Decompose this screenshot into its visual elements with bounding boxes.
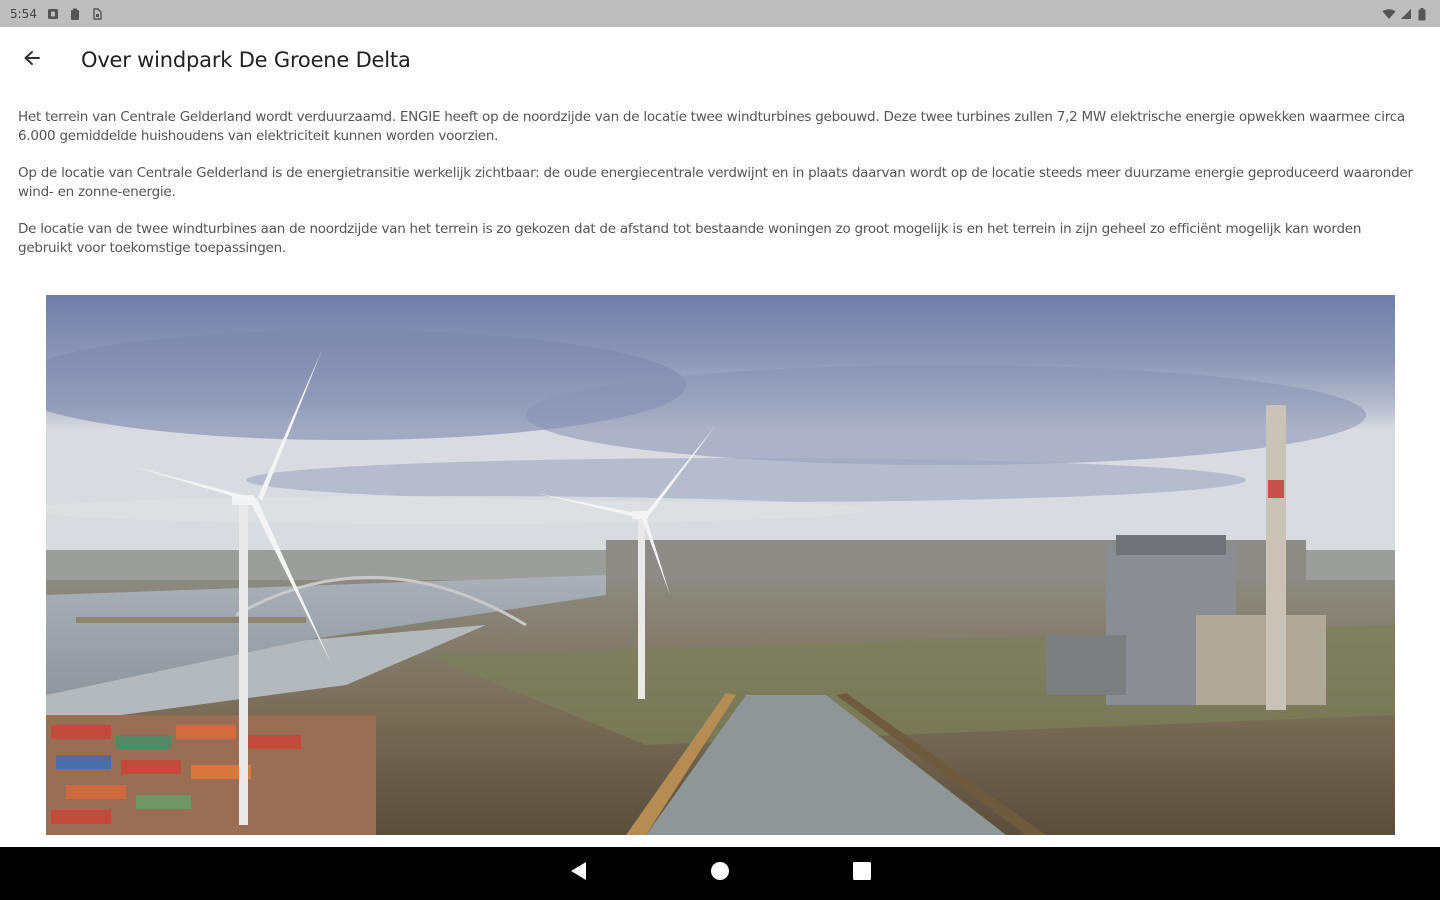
windpark-photo <box>46 295 1395 835</box>
status-bar: 5:54 <box>0 0 1440 27</box>
page-title: Over windpark De Groene Delta <box>81 48 411 72</box>
nav-recents-icon <box>853 862 871 885</box>
app-bar: Over windpark De Groene Delta <box>0 27 1440 93</box>
wifi-icon <box>1382 8 1396 20</box>
battery-icon <box>1418 7 1430 20</box>
signal-icon <box>1400 8 1412 20</box>
navigation-bar <box>0 847 1440 900</box>
back-button[interactable] <box>0 27 64 93</box>
clipboard-icon <box>69 8 81 20</box>
paragraph: De locatie van de twee windturbines aan … <box>18 221 1362 256</box>
nav-back-icon <box>569 861 587 886</box>
status-time: 5:54 <box>10 6 37 21</box>
sim-icon <box>91 7 103 20</box>
about-content: Het terrein van Centrale Gelderland word… <box>18 108 1418 276</box>
nav-back-button[interactable] <box>566 862 590 886</box>
notification-d-icon <box>47 8 59 20</box>
nav-home-button[interactable] <box>708 862 732 886</box>
nav-recents-button[interactable] <box>850 862 874 886</box>
paragraph: Het terrein van Centrale Gelderland word… <box>18 109 1405 144</box>
paragraph: Op de locatie van Centrale Gelderland is… <box>18 165 1413 200</box>
arrow-back-icon <box>22 48 42 73</box>
nav-home-icon <box>710 861 730 886</box>
